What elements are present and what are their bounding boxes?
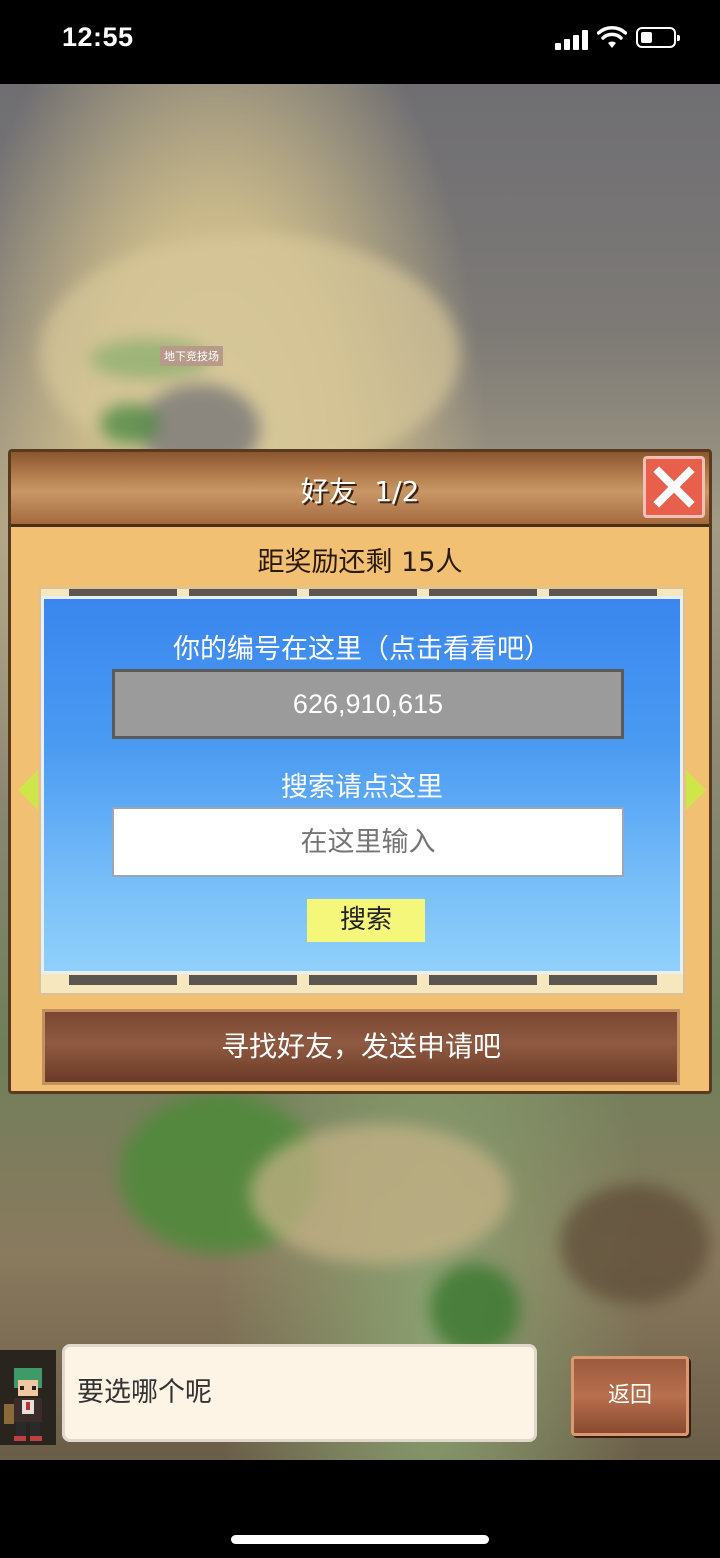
place-label: 地下竞技场 [160, 346, 223, 366]
character-avatar-icon [0, 1350, 56, 1445]
friend-id-panel: 你的编号在这里（点击看看吧） 626,910,615 搜索请点这里 搜索 [41, 596, 683, 974]
wifi-icon [597, 26, 627, 48]
close-icon [653, 466, 695, 508]
close-button[interactable] [643, 456, 705, 518]
prev-page-arrow-icon[interactable] [18, 770, 38, 810]
dialog-header: 好友 1/2 [11, 452, 709, 527]
cellular-signal-icon [555, 30, 589, 50]
find-friends-button[interactable]: 寻找好友，发送申请吧 [42, 1009, 680, 1085]
friends-dialog: 好友 1/2 距奖励还剩 15人 你的编号在这里（点击看看吧） 626,910,… [8, 449, 712, 1094]
chat-bubble: 要选哪个呢 [62, 1344, 537, 1442]
search-button[interactable]: 搜索 [307, 899, 425, 942]
friend-search-input[interactable] [112, 807, 624, 877]
page-tab-strip-bottom [69, 975, 657, 985]
your-id-label: 你的编号在这里（点击看看吧） [173, 634, 551, 665]
status-bar: 12:55 [0, 0, 720, 84]
battery-icon [636, 27, 680, 48]
search-label: 搜索请点这里 [281, 772, 443, 803]
status-time: 12:55 [62, 22, 134, 52]
next-page-arrow-icon[interactable] [686, 770, 706, 810]
your-id-value[interactable]: 626,910,615 [112, 669, 624, 739]
reward-remaining-text: 距奖励还剩 15人 [257, 547, 463, 578]
dialog-title: 好友 1/2 [300, 475, 420, 508]
back-button[interactable]: 返回 [571, 1356, 689, 1436]
home-indicator[interactable] [231, 1535, 489, 1544]
